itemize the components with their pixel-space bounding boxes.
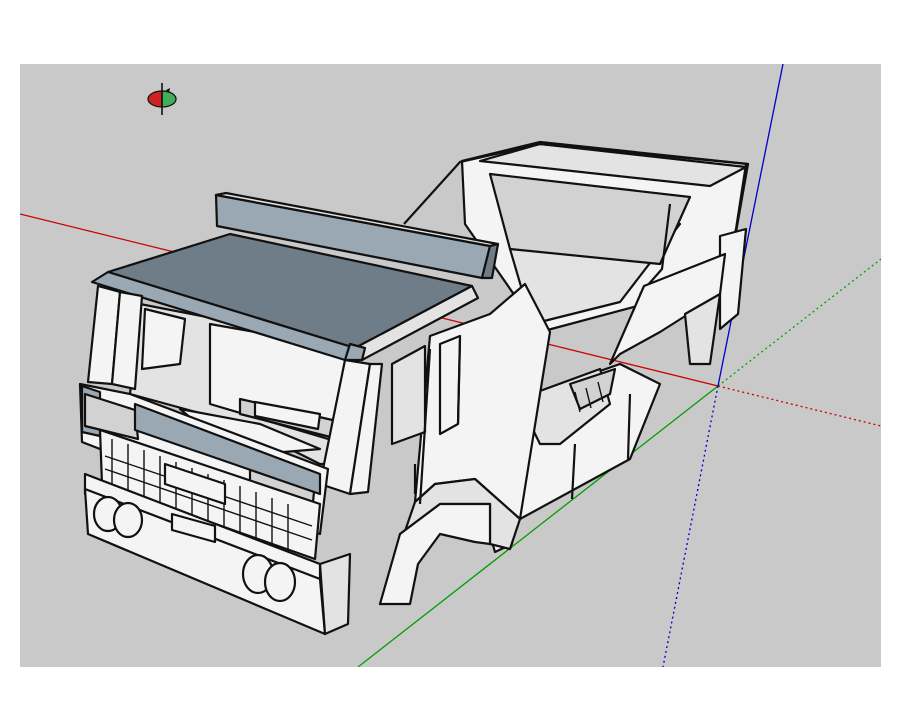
red-axis-dotted — [717, 385, 881, 427]
blue-axis-dotted — [662, 385, 719, 667]
orbit-icon — [144, 82, 180, 116]
modeling-viewport[interactable] — [20, 64, 881, 667]
truck-cab-model[interactable] — [78, 140, 750, 636]
